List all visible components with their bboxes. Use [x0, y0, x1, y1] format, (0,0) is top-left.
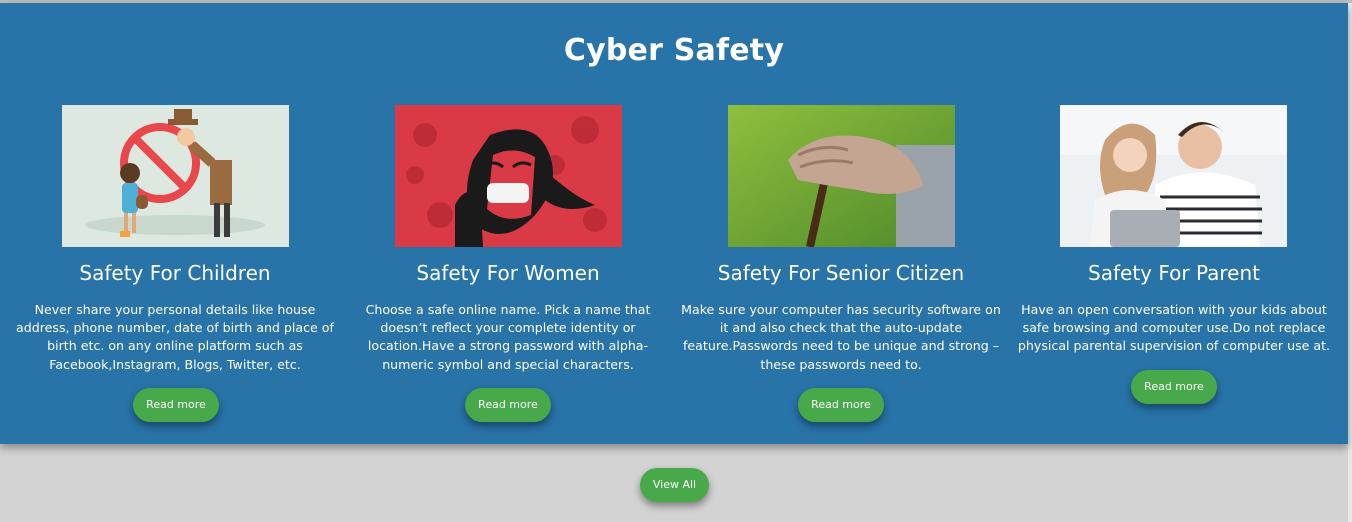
cyber-safety-section: Cyber Safety Safety For Children Never s…	[0, 3, 1348, 444]
card-description: Have an open conversation with your kids…	[1017, 302, 1331, 354]
card-women: Safety For Women Choose a safe online na…	[343, 3, 673, 444]
card-title: Safety For Children	[79, 261, 271, 285]
card-parent: Safety For Parent Have an open conversat…	[1009, 3, 1339, 444]
read-more-button[interactable]: Read more	[133, 388, 219, 422]
card-description: Make sure your computer has security sof…	[681, 302, 1001, 372]
card-description: Never share your personal details like h…	[16, 302, 334, 372]
read-more-button[interactable]: Read more	[1131, 370, 1217, 404]
card-title: Safety For Senior Citizen	[717, 261, 965, 285]
view-all-button[interactable]: View All	[640, 468, 709, 502]
women-safety-image	[395, 105, 622, 247]
parent-child-image	[1060, 105, 1287, 247]
card-senior-citizen: Safety For Senior Citizen Make sure your…	[676, 3, 1006, 444]
card-title: Safety For Parent	[1088, 261, 1260, 285]
card-title: Safety For Women	[416, 261, 600, 285]
read-more-button[interactable]: Read more	[465, 388, 551, 422]
senior-citizen-image	[728, 105, 955, 247]
card-description: Choose a safe online name. Pick a name t…	[365, 302, 651, 372]
card-children: Safety For Children Never share your per…	[10, 3, 340, 444]
read-more-button[interactable]: Read more	[798, 388, 884, 422]
scrollbar-track[interactable]	[1348, 3, 1352, 522]
child-safety-image	[62, 105, 289, 247]
